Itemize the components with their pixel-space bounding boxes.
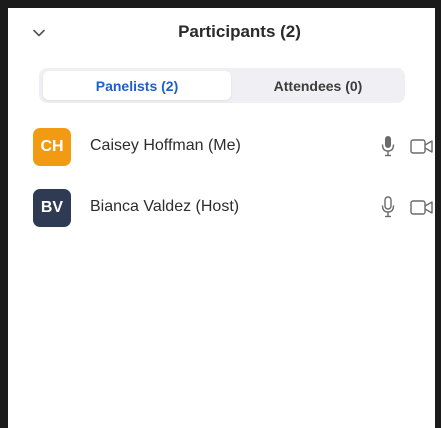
- participant-row[interactable]: CH Caisey Hoffman (Me): [8, 125, 435, 169]
- tab-panelists[interactable]: Panelists (2): [43, 71, 231, 100]
- window-frame: Participants (2) Panelists (2) Attendees…: [0, 0, 441, 428]
- panel-title: Participants (2): [178, 22, 301, 41]
- tab-attendees[interactable]: Attendees (0): [235, 71, 401, 100]
- participant-name: Caisey Hoffman (Me): [90, 137, 241, 154]
- panel-header: Participants (2): [8, 8, 435, 56]
- participant-name: Bianca Valdez (Host): [90, 198, 240, 215]
- microphone-icon[interactable]: [381, 135, 395, 157]
- participant-tabs: Panelists (2) Attendees (0): [39, 68, 405, 103]
- avatar: CH: [33, 128, 71, 166]
- video-camera-icon[interactable]: [410, 199, 435, 216]
- video-camera-icon[interactable]: [410, 138, 435, 155]
- participant-row[interactable]: BV Bianca Valdez (Host): [8, 186, 435, 230]
- microphone-icon[interactable]: [381, 196, 395, 218]
- participants-panel: Participants (2) Panelists (2) Attendees…: [8, 8, 435, 428]
- avatar: BV: [33, 189, 71, 227]
